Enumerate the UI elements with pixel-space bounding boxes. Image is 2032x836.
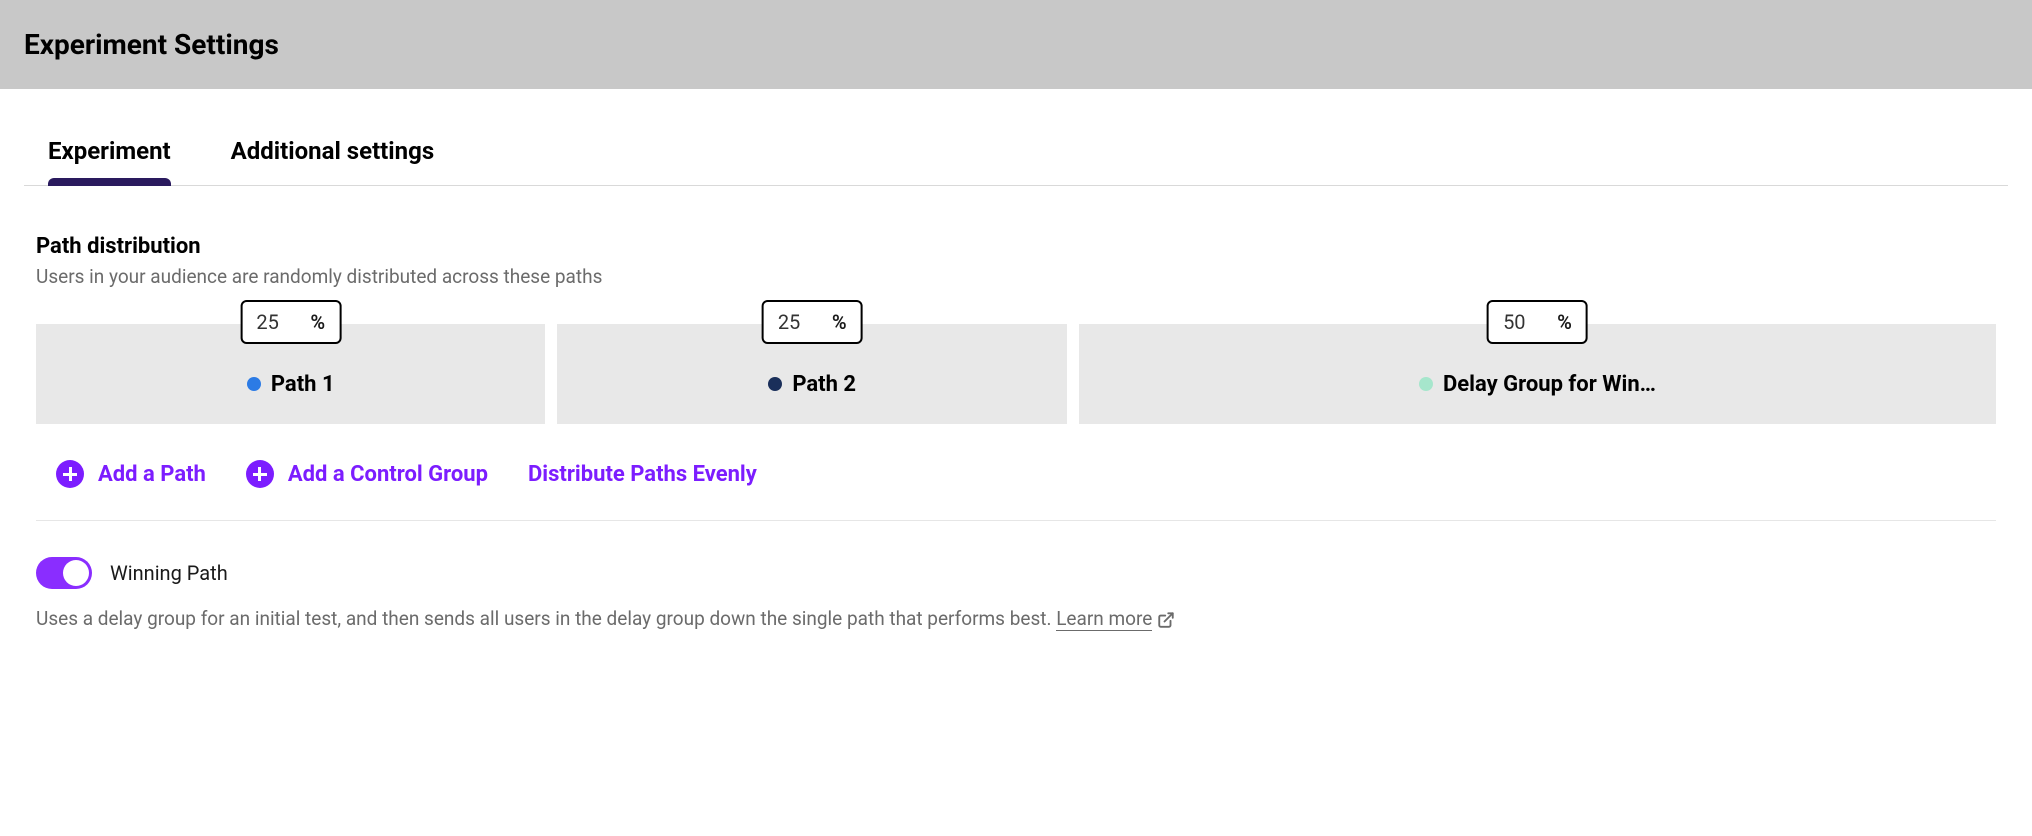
actions-row: Add a Path Add a Control Group Distribut…: [36, 460, 1996, 521]
winning-path-toggle[interactable]: [36, 557, 92, 589]
tab-additional-settings[interactable]: Additional settings: [231, 137, 435, 185]
add-path-button[interactable]: Add a Path: [56, 460, 206, 488]
add-control-group-button[interactable]: Add a Control Group: [246, 460, 488, 488]
tab-experiment[interactable]: Experiment: [48, 137, 171, 185]
percent-symbol: %: [1557, 310, 1572, 334]
path-card-3: % Delay Group for Win…: [1079, 324, 1996, 424]
percent-input-1[interactable]: %: [240, 300, 341, 344]
path-label-2: Path 2: [768, 372, 856, 397]
path-name-1: Path 1: [271, 372, 335, 397]
distribute-evenly-button[interactable]: Distribute Paths Evenly: [528, 462, 757, 487]
path-label-3: Delay Group for Win…: [1419, 372, 1656, 397]
page-title: Experiment Settings: [24, 28, 2008, 61]
header-bar: Experiment Settings: [0, 0, 2032, 89]
winning-path-toggle-row: Winning Path: [36, 557, 1996, 589]
percent-symbol: %: [832, 310, 847, 334]
dot-icon: [768, 377, 782, 391]
path-distribution-section: Path distribution Users in your audience…: [24, 234, 2008, 631]
percent-field-2[interactable]: [778, 310, 812, 334]
path-label-1: Path 1: [247, 372, 335, 397]
path-name-2: Path 2: [792, 372, 856, 397]
path-row: % Path 1 % Path 2: [36, 324, 1996, 424]
add-path-label: Add a Path: [98, 462, 206, 487]
toggle-knob: [63, 560, 89, 586]
path-distribution-description: Users in your audience are randomly dist…: [36, 265, 1996, 288]
winning-path-label: Winning Path: [110, 561, 228, 585]
percent-input-3[interactable]: %: [1487, 300, 1588, 344]
percent-input-2[interactable]: %: [762, 300, 863, 344]
learn-more-text: Learn more: [1056, 607, 1152, 630]
learn-more-link[interactable]: Learn more: [1056, 607, 1152, 631]
path-distribution-title: Path distribution: [36, 234, 1996, 259]
path-card-2: % Path 2: [557, 324, 1066, 424]
winning-path-desc-text: Uses a delay group for an initial test, …: [36, 607, 1051, 630]
percent-symbol: %: [310, 310, 325, 334]
distribute-evenly-label: Distribute Paths Evenly: [528, 462, 757, 487]
tabs: Experiment Additional settings: [24, 137, 2008, 186]
path-name-3: Delay Group for Win…: [1443, 372, 1656, 397]
winning-path-description: Uses a delay group for an initial test, …: [36, 607, 1996, 631]
external-link-icon: [1157, 607, 1175, 630]
dot-icon: [247, 377, 261, 391]
plus-icon: [246, 460, 274, 488]
percent-field-1[interactable]: [256, 310, 290, 334]
plus-icon: [56, 460, 84, 488]
add-control-group-label: Add a Control Group: [288, 462, 488, 487]
percent-field-3[interactable]: [1503, 310, 1537, 334]
dot-icon: [1419, 377, 1433, 391]
path-card-1: % Path 1: [36, 324, 545, 424]
